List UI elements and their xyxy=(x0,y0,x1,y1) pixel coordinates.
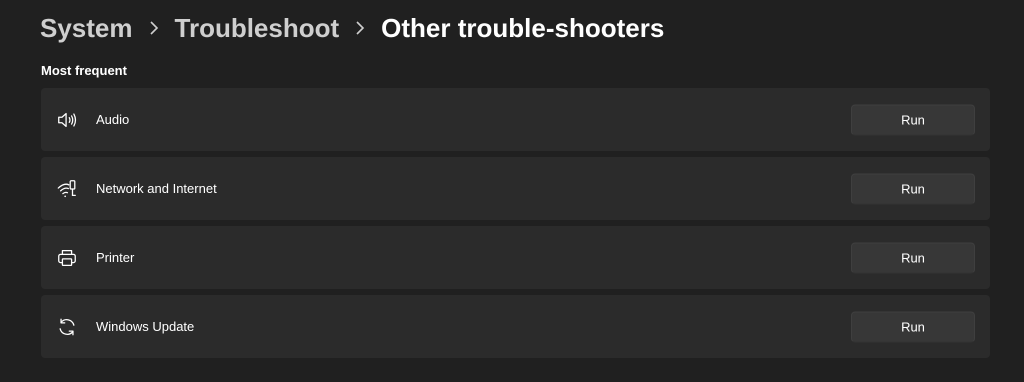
breadcrumb-system[interactable]: System xyxy=(40,13,133,44)
run-windows-update-button[interactable]: Run xyxy=(851,311,975,342)
troubleshooter-label: Windows Update xyxy=(96,319,195,334)
troubleshooter-label: Network and Internet xyxy=(96,181,217,196)
troubleshooter-list: Audio Run Network and Internet Run Print… xyxy=(41,88,990,364)
troubleshooter-row-windows-update: Windows Update Run xyxy=(41,295,990,358)
chevron-right-icon xyxy=(339,8,381,48)
settings-page: System Troubleshoot Other trouble-shoote… xyxy=(0,0,1024,382)
run-printer-button[interactable]: Run xyxy=(851,242,975,273)
network-icon xyxy=(55,177,79,201)
troubleshooter-row-network: Network and Internet Run xyxy=(41,157,990,220)
breadcrumb-troubleshoot[interactable]: Troubleshoot xyxy=(175,13,340,44)
chevron-right-icon xyxy=(133,8,175,48)
troubleshooter-label: Printer xyxy=(96,250,135,265)
speaker-icon xyxy=(55,108,79,132)
section-title: Most frequent xyxy=(41,63,127,78)
troubleshooter-row-printer: Printer Run xyxy=(41,226,990,289)
troubleshooter-label: Audio xyxy=(96,112,130,127)
run-network-button[interactable]: Run xyxy=(851,173,975,204)
run-audio-button[interactable]: Run xyxy=(851,104,975,135)
breadcrumb-current-page: Other trouble-shooters xyxy=(381,12,665,43)
troubleshooter-row-audio: Audio Run xyxy=(41,88,990,151)
printer-icon xyxy=(55,246,79,270)
sync-icon xyxy=(55,315,79,339)
breadcrumb: System Troubleshoot Other trouble-shoote… xyxy=(40,8,664,48)
